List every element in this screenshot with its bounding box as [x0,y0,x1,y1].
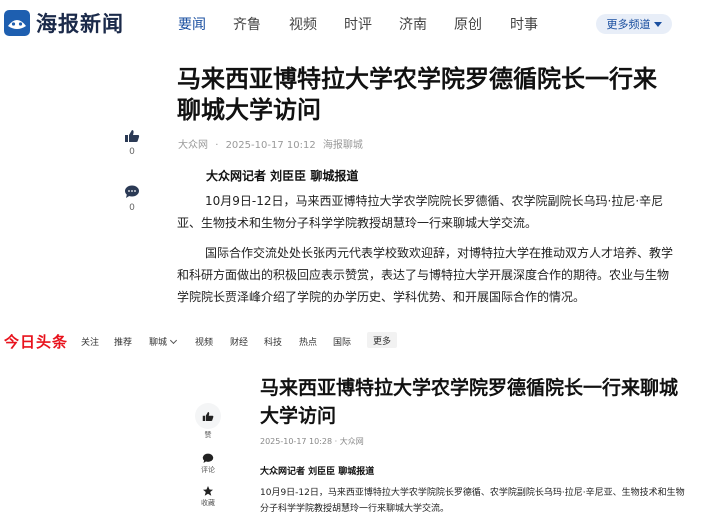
nav-item-original[interactable]: 原创 [454,14,482,34]
comment-button[interactable]: 0 [124,184,142,213]
tt-nav-liaocheng-label: 聊城 [149,338,168,348]
haibao-logo-text[interactable]: 海报新闻 [36,8,124,38]
article-paragraph-2: 国际合作交流处处长张丙元代表学校致欢迎辞，对博特拉大学在推动双方人才培养、教学和… [177,246,674,304]
article-title: 马来西亚博特拉大学农学院罗德循院长一行来聊城大学访问 [177,65,657,124]
tt-like-button[interactable]: 赞 [193,403,223,440]
more-channels-label: 更多频道 [606,18,651,31]
like-count: 0 [129,147,135,157]
tt-article-paragraph-1: 10月9日-12日，马来西亚博特拉大学农学院院长罗德循、农学院副院长乌玛·拉尼·… [260,488,685,514]
meta-separator: · [215,140,219,151]
star-icon [203,486,213,496]
article-source[interactable]: 大众网 [178,140,208,151]
tt-favorite-button[interactable]: 收藏 [193,485,223,508]
article-paragraph-1: 10月9日-12日，马来西亚博特拉大学农学院院长罗德循、农学院副院长乌玛·拉尼·… [177,194,664,230]
nav-item-yaowen[interactable]: 要闻 [178,14,206,34]
comment-count: 0 [129,203,135,213]
article-datetime: 2025-10-17 10:12 [225,140,316,151]
tt-nav-video[interactable]: 视频 [195,335,213,348]
nav-item-video[interactable]: 视频 [289,14,317,34]
more-channels-button[interactable]: 更多频道 [596,14,672,34]
tt-more-button[interactable]: 更多 [367,332,397,348]
caret-down-icon [653,21,662,27]
nav-item-commentary[interactable]: 时评 [344,14,372,34]
comment-icon [125,185,139,198]
tt-nav-finance[interactable]: 财经 [230,335,248,348]
chevron-down-icon [169,336,178,345]
tt-nav-follow[interactable]: 关注 [81,335,99,348]
article-byline: 大众网记者 刘臣臣 聊城报道 [206,169,359,183]
tt-nav-hot[interactable]: 热点 [299,335,317,348]
toutiao-logo[interactable]: 今日头条 [4,331,68,352]
tt-nav-recommend[interactable]: 推荐 [114,335,132,348]
comment-icon [202,453,214,463]
tt-comment-label: 评论 [201,466,215,474]
tt-nav-liaocheng[interactable]: 聊城 [149,335,178,348]
nav-item-current-affairs[interactable]: 时事 [510,14,538,34]
tt-like-label: 赞 [204,431,212,439]
article-meta: 大众网 · 2025-10-17 10:12 海报聊城 [178,136,367,151]
tt-article-title: 马来西亚博特拉大学农学院罗德循院长一行来聊城大学访问 [260,377,679,427]
nav-item-qilu[interactable]: 齐鲁 [233,14,261,34]
tt-nav-international[interactable]: 国际 [333,335,351,348]
haibao-logo-icon[interactable] [4,10,30,36]
tt-comment-button[interactable]: 评论 [193,453,223,475]
nav-item-jinan[interactable]: 济南 [399,14,427,34]
thumbs-up-icon [125,130,140,142]
tt-article-byline: 大众网记者 刘臣臣 聊城报道 [260,467,375,477]
like-button[interactable]: 0 [124,128,142,157]
article-channel[interactable]: 海报聊城 [323,140,363,151]
tt-nav-tech[interactable]: 科技 [264,335,282,348]
thumbs-up-icon [202,411,214,421]
tt-article-meta: 2025-10-17 10:28 · 大众网 [260,437,364,446]
tt-favorite-label: 收藏 [201,499,215,507]
